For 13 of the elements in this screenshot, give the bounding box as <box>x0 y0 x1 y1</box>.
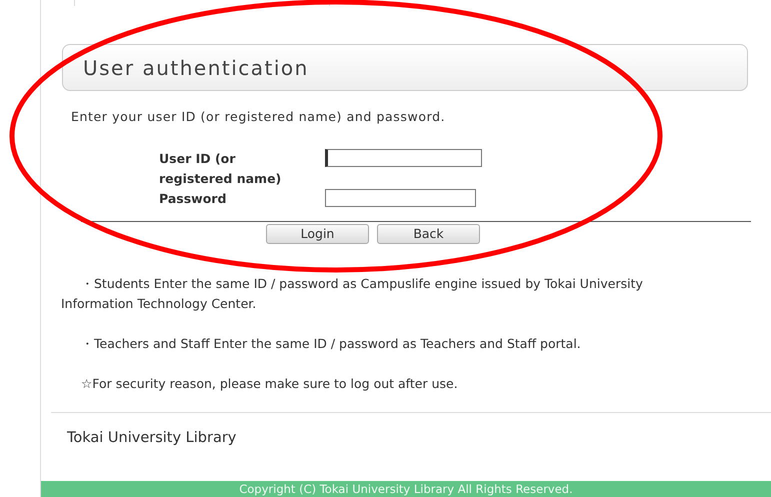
password-field[interactable] <box>325 188 476 207</box>
note-text: ・Students Enter the same ID / password as Campuslife engine issued by Tokai University Information Technology Center. <box>61 274 644 313</box>
library-name: Tokai University Library <box>66 428 238 448</box>
user-id-field[interactable] <box>325 148 482 167</box>
copyright-bar: Copyright (C) Tokai University Library All Rights Reserved. <box>41 481 771 497</box>
page-title: User authentication <box>83 54 309 82</box>
note-text: ・Teachers and Staff Enter the same ID / password as Teachers and Staff portal. <box>80 334 582 353</box>
field-label: User ID (or registered name) <box>159 150 282 188</box>
back-button[interactable]: Back <box>377 224 480 244</box>
instruction-text: Enter your user ID (or registered name) and password. <box>71 108 446 126</box>
note-text: ☆For security reason, please make sure to log out after use. <box>80 374 459 393</box>
field-label: Password <box>159 190 228 208</box>
login-button[interactable]: Login <box>266 224 369 244</box>
